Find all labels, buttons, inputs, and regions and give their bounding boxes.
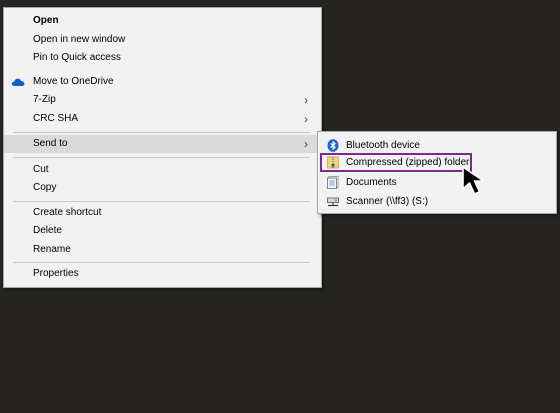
menu-item-label: Open in new window xyxy=(33,34,126,45)
menu-item-label: Move to OneDrive xyxy=(33,76,114,87)
chevron-right-icon: › xyxy=(304,93,308,107)
submenu-item-label: Scanner (\\ff3) (S:) xyxy=(346,196,429,207)
submenu-item-scanner[interactable]: Scanner (\\ff3) (S:) xyxy=(318,192,556,211)
menu-item-label: Open xyxy=(33,15,59,26)
menu-item-label: Rename xyxy=(33,244,71,255)
menu-item-label: CRC SHA xyxy=(33,113,79,124)
menu-item-open[interactable]: Open xyxy=(4,12,321,30)
submenu-item-label: Documents xyxy=(346,177,397,188)
highlight-box xyxy=(320,153,472,172)
bluetooth-icon xyxy=(327,139,339,152)
submenu-item-label: Bluetooth device xyxy=(346,140,420,151)
menu-item-label: Delete xyxy=(33,225,62,236)
menu-separator xyxy=(13,132,310,133)
menu-item-label: Copy xyxy=(33,182,57,193)
menu-item-label: Properties xyxy=(33,268,79,279)
menu-item-open-new-window[interactable]: Open in new window xyxy=(4,31,321,49)
menu-item-7zip[interactable]: 7-Zip › xyxy=(4,91,321,109)
context-menu: Open Open in new window Pin to Quick acc… xyxy=(3,7,322,288)
menu-item-rename[interactable]: Rename xyxy=(4,241,321,259)
menu-separator xyxy=(13,262,310,263)
menu-item-label: Pin to Quick access xyxy=(33,52,121,63)
menu-item-label: Send to xyxy=(33,138,68,149)
chevron-right-icon: › xyxy=(304,112,308,126)
menu-item-crc-sha[interactable]: CRC SHA › xyxy=(4,110,321,128)
cloud-icon xyxy=(11,76,25,88)
menu-item-label: 7-Zip xyxy=(33,94,56,105)
menu-item-label: Create shortcut xyxy=(33,207,102,218)
zip-folder-icon xyxy=(327,156,339,169)
submenu-item-compressed-folder[interactable]: Compressed (zipped) folder xyxy=(318,153,556,172)
chevron-right-icon: › xyxy=(304,137,308,151)
menu-item-copy[interactable]: Copy xyxy=(4,179,321,197)
menu-item-create-shortcut[interactable]: Create shortcut xyxy=(4,204,321,222)
menu-item-label: Cut xyxy=(33,164,49,175)
menu-item-pin-quick-access[interactable]: Pin to Quick access xyxy=(4,49,321,67)
menu-item-cut[interactable]: Cut xyxy=(4,161,321,179)
send-to-submenu: Bluetooth device Compressed (zipped) fol… xyxy=(317,131,557,214)
menu-separator xyxy=(13,201,310,202)
menu-separator xyxy=(13,157,310,158)
menu-item-send-to[interactable]: Send to › xyxy=(4,135,321,153)
menu-item-properties[interactable]: Properties xyxy=(4,265,321,283)
menu-item-delete[interactable]: Delete xyxy=(4,222,321,240)
menu-item-move-onedrive[interactable]: Move to OneDrive xyxy=(4,73,321,91)
mouse-cursor-icon xyxy=(462,166,485,195)
network-drive-icon xyxy=(327,195,339,208)
documents-icon xyxy=(327,176,339,189)
submenu-item-documents[interactable]: Documents xyxy=(318,173,556,192)
